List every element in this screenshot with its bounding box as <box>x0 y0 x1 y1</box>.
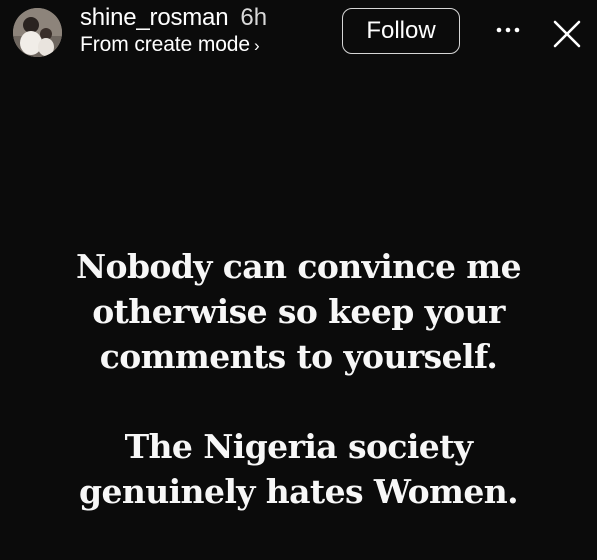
story-line: comments to yourself. <box>99 337 498 376</box>
story-text: Nobody can convince me otherwise so keep… <box>0 244 597 514</box>
close-icon <box>553 20 581 48</box>
avatar[interactable] <box>13 8 62 57</box>
story-line: otherwise so keep your <box>92 292 505 331</box>
close-button[interactable] <box>549 16 585 52</box>
story-line: genuinely hates Women. <box>78 472 519 511</box>
user-info: shine_rosman 6h From create mode › <box>80 4 342 59</box>
story-paragraph: Nobody can convince me otherwise so keep… <box>0 244 597 379</box>
story-header: shine_rosman 6h From create mode › Follo… <box>0 0 597 66</box>
story-viewer[interactable]: shine_rosman 6h From create mode › Follo… <box>0 0 597 560</box>
avatar-image <box>13 8 62 57</box>
more-options-button[interactable] <box>492 17 524 43</box>
follow-button[interactable]: Follow <box>342 8 460 54</box>
post-time: 6h <box>240 4 268 31</box>
story-line: Nobody can convince me <box>75 247 522 286</box>
username-row: shine_rosman 6h <box>80 4 342 32</box>
subtitle-label: From create mode <box>80 33 250 56</box>
subtitle-row[interactable]: From create mode › <box>80 33 342 59</box>
chevron-right-icon: › <box>253 36 260 55</box>
username[interactable]: shine_rosman <box>80 4 229 32</box>
story-paragraph: The Nigeria society genuinely hates Wome… <box>0 424 597 514</box>
more-horizontal-icon <box>496 27 520 33</box>
story-line: The Nigeria society <box>124 427 473 466</box>
